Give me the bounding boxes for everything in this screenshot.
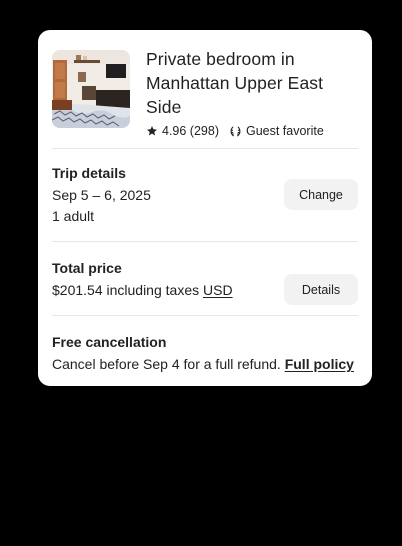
price-amount: $201.54 including taxes bbox=[52, 282, 200, 298]
guest-favorite-badge: Guest favorite bbox=[245, 124, 324, 138]
cancellation-label: Free cancellation bbox=[52, 334, 167, 350]
details-button[interactable]: Details bbox=[284, 274, 358, 305]
cancellation-section: Free cancellation Cancel before Sep 4 fo… bbox=[52, 316, 358, 375]
booking-summary-card: Private bedroom in Manhattan Upper East … bbox=[38, 30, 372, 386]
total-price-label: Total price bbox=[52, 260, 122, 276]
listing-info: Private bedroom in Manhattan Upper East … bbox=[146, 49, 358, 148]
trip-details-label: Trip details bbox=[52, 165, 126, 181]
trip-details-section: Trip details Sep 5 – 6, 2025 1 adult Cha… bbox=[52, 149, 358, 241]
laurel-icon bbox=[230, 126, 241, 136]
listing-summary: Private bedroom in Manhattan Upper East … bbox=[52, 49, 358, 148]
cancellation-policy-text: Cancel before Sep 4 for a full refund. bbox=[52, 356, 281, 372]
total-price-value: $201.54 including taxes USD bbox=[52, 280, 233, 301]
trip-dates: Sep 5 – 6, 2025 bbox=[52, 187, 151, 203]
star-icon bbox=[147, 126, 157, 136]
rating-text: 4.96 (298) bbox=[162, 124, 219, 138]
full-policy-link[interactable]: Full policy bbox=[285, 356, 354, 372]
change-button[interactable]: Change bbox=[284, 179, 358, 210]
listing-photo bbox=[52, 50, 130, 128]
currency-link[interactable]: USD bbox=[203, 282, 233, 298]
cancellation-text: Cancel before Sep 4 for a full refund. F… bbox=[52, 354, 358, 375]
listing-title: Private bedroom in Manhattan Upper East … bbox=[146, 49, 324, 117]
listing-meta: 4.96 (298) Guest favorite bbox=[146, 124, 358, 138]
total-price-section: Total price $201.54 including taxes USD … bbox=[52, 242, 358, 315]
trip-guests: 1 adult bbox=[52, 208, 95, 224]
